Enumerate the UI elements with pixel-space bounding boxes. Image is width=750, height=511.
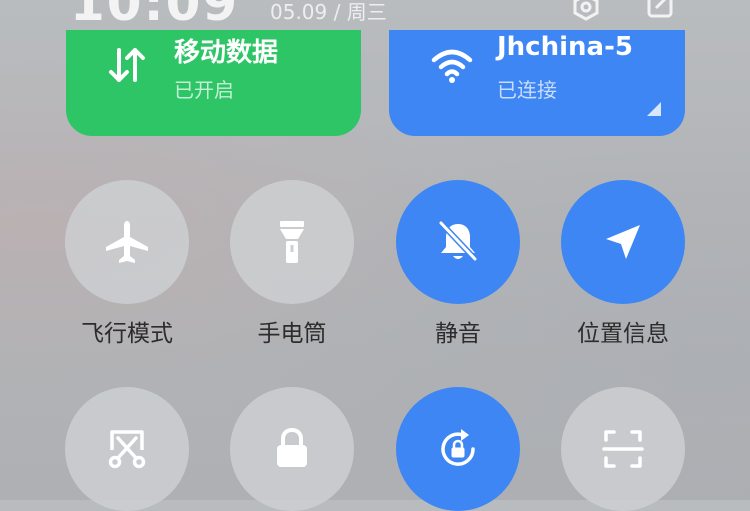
wifi-network-name: Jhchina-5 [497, 32, 633, 62]
rotation-lock-toggle[interactable] [396, 387, 520, 511]
data-transfer-icon [106, 44, 148, 86]
mobile-data-status: 已开启 [174, 78, 234, 102]
screenshot-toggle[interactable] [65, 387, 189, 511]
wifi-status: 已连接 [497, 78, 557, 102]
silent-mode-toggle[interactable] [396, 180, 520, 304]
bell-muted-icon [438, 220, 478, 262]
expand-corner-icon[interactable] [647, 102, 661, 116]
toggle-label-location: 位置信息 [577, 321, 669, 347]
airplane-icon [106, 221, 148, 263]
wifi-icon [431, 44, 473, 86]
mobile-data-tile[interactable]: 移动数据 已开启 [66, 30, 361, 136]
settings-hex-icon[interactable] [570, 0, 602, 22]
location-toggle[interactable] [561, 180, 685, 304]
location-arrow-icon [606, 225, 640, 259]
lock-icon [277, 427, 307, 467]
status-bar: 10:09 05.09 / 周三 [0, 0, 750, 32]
flashlight-icon [280, 221, 304, 263]
toggle-label-flashlight: 手电筒 [257, 321, 327, 347]
scan-toggle[interactable] [561, 387, 685, 511]
status-time: 10:09 [70, 0, 240, 32]
toggle-label-silent: 静音 [435, 321, 481, 347]
edit-icon[interactable] [644, 0, 676, 22]
flashlight-toggle[interactable] [230, 180, 354, 304]
rotation-lock-icon [441, 429, 475, 466]
wifi-tile[interactable]: Jhchina-5 已连接 [389, 30, 685, 136]
airplane-mode-toggle[interactable] [65, 180, 189, 304]
status-date: 05.09 / 周三 [270, 0, 387, 24]
scan-icon [602, 430, 644, 468]
toggle-label-airplane: 飞行模式 [81, 321, 173, 347]
mobile-data-title: 移动数据 [174, 38, 279, 68]
screenshot-scissors-icon [108, 430, 146, 469]
lock-screen-toggle[interactable] [230, 387, 354, 511]
